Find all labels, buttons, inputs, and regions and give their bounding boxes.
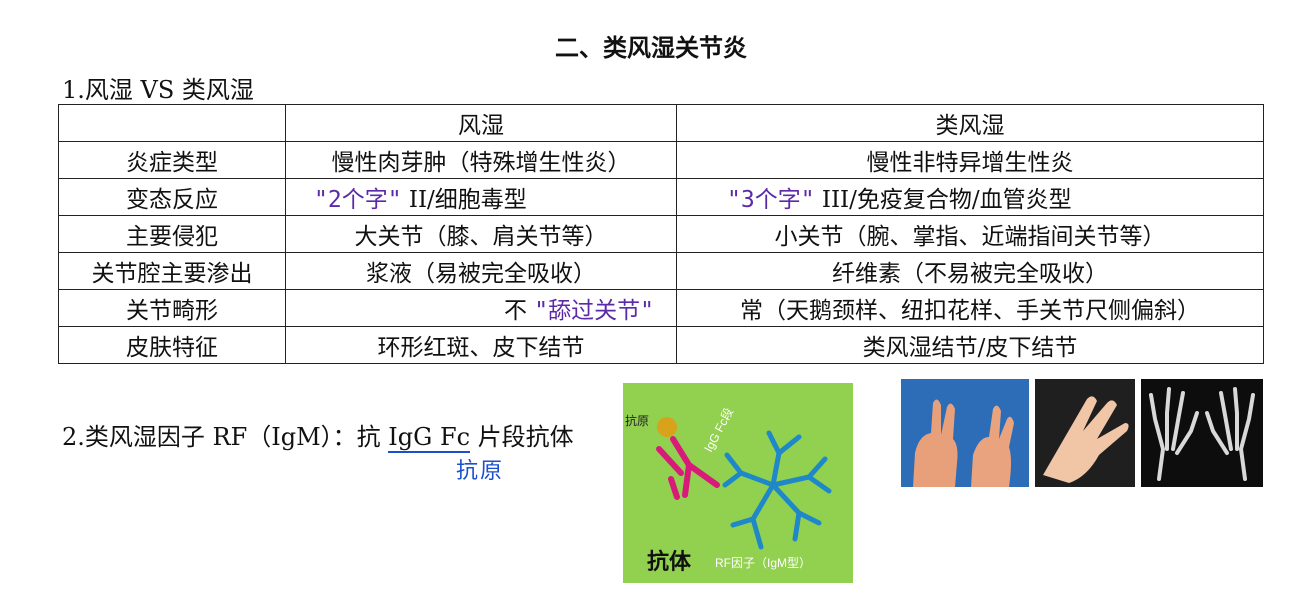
section-heading-1: 1.风湿 VS 类风湿 [62,76,254,104]
antigen-icon [657,417,677,437]
rf-factor-label: RF因子（IgM型） [715,556,811,570]
igg-fc-underlined: IgG Fc [388,423,471,453]
antibody-label: 抗体 [647,549,692,575]
row-label: 变态反应 [58,178,286,216]
hand-deformity-photo [1035,379,1135,487]
handwritten-note: "2个字" [314,187,402,213]
rheumatic-cell: 慢性肉芽肿（特殊增生性炎） [285,141,677,179]
rf-definition-text: 2.类风湿因子 RF（IgM）：抗 [62,423,389,451]
row-label: 皮肤特征 [58,326,286,364]
table-row: 皮肤特征 环形红斑、皮下结节 类风湿结节/皮下结节 [58,326,1264,364]
ra-cell: "3个字" III/免疫复合物/血管炎型 [676,178,1264,216]
handwritten-antigen-note: 抗原 [456,459,505,484]
ra-cell: 常（天鹅颈样、纽扣花样、手关节尺侧偏斜） [676,289,1264,327]
cell-text: 不 [503,298,535,324]
hand-xray-photo [1141,379,1263,487]
rheumatic-cell: 浆液（易被完全吸收） [285,252,677,290]
table-header-row: 风湿 类风湿 [58,104,1264,142]
row-label: 关节畸形 [58,289,286,327]
section-heading-2: 2.类风湿因子 RF（IgM）：抗 IgG Fc 片段抗体 [62,417,574,453]
table-row: 主要侵犯 大关节（膝、肩关节等） 小关节（腕、掌指、近端指间关节等） [58,215,1264,253]
antibody-diagram: 抗原 IgG Fc段 抗体 RF因子（IgM型） [623,383,853,583]
table-row: 关节畸形 不 "舔过关节" 常（天鹅颈样、纽扣花样、手关节尺侧偏斜） [58,289,1264,327]
ra-cell: 慢性非特异增生性炎 [676,141,1264,179]
cell-text: III/免疫复合物/血管炎型 [814,187,1072,213]
rheumatic-cell: "2个字" II/细胞毒型 [285,178,677,216]
hand-deformity-photo [901,379,1029,487]
rheumatic-cell: 大关节（膝、肩关节等） [285,215,677,253]
ra-cell: 纤维素（不易被完全吸收） [676,252,1264,290]
antibody-illustration: 抗原 IgG Fc段 抗体 RF因子（IgM型） [625,405,832,575]
row-label: 关节腔主要渗出 [58,252,286,290]
handwritten-note: "3个字" [727,187,815,213]
table-row: 炎症类型 慢性肉芽肿（特殊增生性炎） 慢性非特异增生性炎 [58,141,1264,179]
comparison-table: 风湿 类风湿 炎症类型 慢性肉芽肿（特殊增生性炎） 慢性非特异增生性炎 变态反应… [58,104,1264,364]
header-cell: 风湿 [285,104,677,142]
antigen-label: 抗原 [625,413,649,428]
ra-cell: 类风湿结节/皮下结节 [676,326,1264,364]
rheumatic-cell: 不 "舔过关节" [285,289,677,327]
handwritten-note: "舔过关节" [534,298,654,324]
ra-cell: 小关节（腕、掌指、近端指间关节等） [676,215,1264,253]
rf-definition-suffix: 片段抗体 [470,423,574,451]
rf-igm-pentamer-icon [722,430,832,550]
table-row: 关节腔主要渗出 浆液（易被完全吸收） 纤维素（不易被完全吸收） [58,252,1264,290]
cell-text: II/细胞毒型 [401,187,527,213]
page-title: 二、类风湿关节炎 [555,34,747,62]
row-label: 炎症类型 [58,141,286,179]
igg-fc-label: IgG Fc段 [700,405,736,454]
header-cell [58,104,286,142]
table-row: 变态反应 "2个字" II/细胞毒型 "3个字" III/免疫复合物/血管炎型 [58,178,1264,216]
header-cell: 类风湿 [676,104,1264,142]
rheumatic-cell: 环形红斑、皮下结节 [285,326,677,364]
row-label: 主要侵犯 [58,215,286,253]
